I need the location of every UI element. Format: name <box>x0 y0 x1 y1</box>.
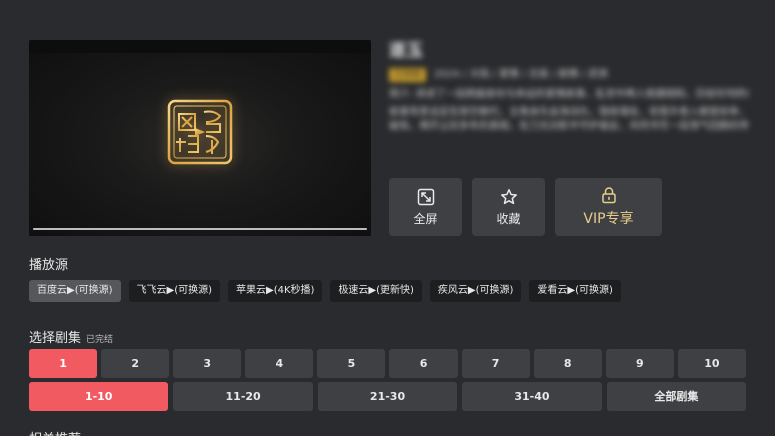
episode-status: 已完结 <box>86 335 114 345</box>
video-player[interactable] <box>29 40 371 236</box>
episode-range-tabs: 1-10 11-20 21-30 31-40 全部剧集 <box>29 382 747 411</box>
video-frame[interactable] <box>29 53 371 236</box>
video-progress-bar[interactable] <box>33 228 367 230</box>
related-section-title: 相关推荐 <box>29 428 81 436</box>
vip-label: VIP专享 <box>583 211 634 227</box>
favorite-label: 收藏 <box>496 211 521 226</box>
episode-section-title: 选择剧集 已完结 <box>29 331 114 346</box>
video-meta-text: 2024 / 大陆 / 爱情 / 古装 / 剧情 / 武侠 <box>434 69 609 80</box>
source-chip[interactable]: 爱看云▶(可换源) <box>529 280 621 302</box>
source-chip[interactable]: 飞飞云▶(可换源) <box>128 280 220 302</box>
lock-icon <box>601 187 616 204</box>
episode-range-tab[interactable]: 1-10 <box>29 382 169 411</box>
status-badge: 已完结 <box>389 68 427 82</box>
source-chip[interactable]: 百度云▶(可换源) <box>29 280 121 302</box>
video-meta: 已完结 2024 / 大陆 / 爱情 / 古装 / 剧情 / 武侠 <box>389 68 749 82</box>
video-info: 逐玉 已完结 2024 / 大陆 / 爱情 / 古装 / 剧情 / 武侠 简介:… <box>389 40 749 134</box>
episode-grid: 1 2 3 4 5 6 7 8 9 10 <box>29 349 746 378</box>
fullscreen-icon <box>417 188 434 205</box>
episode-button[interactable]: 5 <box>317 349 386 378</box>
source-section-title: 播放源 <box>29 258 69 273</box>
episode-range-tab[interactable]: 21-30 <box>317 382 458 411</box>
source-chip[interactable]: 苹果云▶(4K秒播) <box>228 280 323 302</box>
video-desc-line: 简介: 讲述了一段跨越身份与命运的爱情故事，乱世中两人相遇相知，历经坎坷终成眷属… <box>389 89 749 100</box>
detail-page: 逐玉 已完结 2024 / 大陆 / 爱情 / 古装 / 剧情 / 武侠 简介:… <box>0 0 775 436</box>
all-episodes-tab[interactable]: 全部剧集 <box>606 382 747 411</box>
episode-button[interactable]: 9 <box>605 349 674 378</box>
source-chip[interactable]: 极速云▶(更新快) <box>330 280 422 302</box>
vip-button[interactable]: VIP专享 <box>555 178 662 236</box>
fullscreen-label: 全屏 <box>413 211 438 226</box>
star-icon <box>500 188 517 204</box>
fullscreen-button[interactable]: 全屏 <box>389 178 462 236</box>
video-title: 逐玉 <box>389 41 423 61</box>
video-desc-line: 破局，揭开尘封多年的真相，在刀光剑影中守护彼此，共同书写一段荡气回肠的传奇。 <box>389 121 749 132</box>
episode-range-tab[interactable]: 11-20 <box>173 382 313 411</box>
episode-button[interactable]: 6 <box>389 349 458 378</box>
episode-button[interactable]: 8 <box>533 349 602 378</box>
episode-button[interactable]: 2 <box>101 349 170 378</box>
episode-button[interactable]: 3 <box>173 349 242 378</box>
favorite-button[interactable]: 收藏 <box>472 178 545 236</box>
video-progress-fill <box>33 228 367 230</box>
source-chip[interactable]: 疾风云▶(可换源) <box>429 280 522 302</box>
site-logo-icon <box>167 99 233 165</box>
episode-button[interactable]: 1 <box>29 349 98 378</box>
source-list: 百度云▶(可换源) 飞飞云▶(可换源) 苹果云▶(4K秒播) 极速云▶(更新快)… <box>29 280 621 302</box>
episode-button[interactable]: 7 <box>461 349 530 378</box>
video-desc-line: 故事背景设定在架空朝代，主角身负血海深仇，隐姓埋名，却意外卷入朝堂纷争，与女主携… <box>389 107 749 118</box>
episode-button[interactable]: 4 <box>245 349 314 378</box>
episode-button[interactable]: 10 <box>677 349 746 378</box>
episode-range-tab[interactable]: 31-40 <box>462 382 602 411</box>
